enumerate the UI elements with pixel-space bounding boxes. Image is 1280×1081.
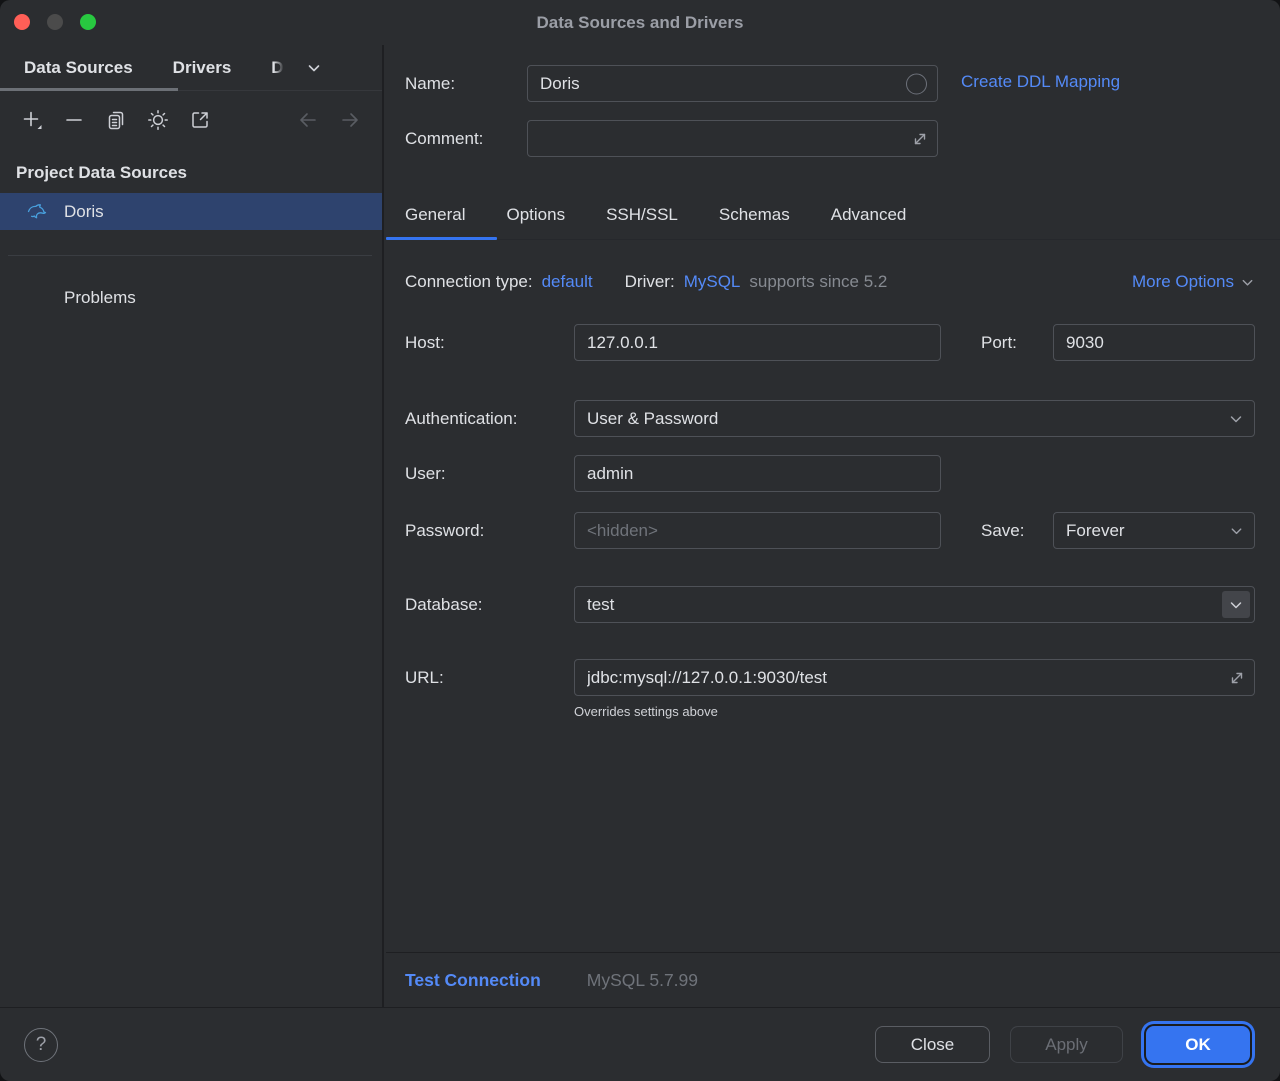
- help-icon[interactable]: ?: [24, 1028, 58, 1062]
- settings-tab-bar: General Options SSH/SSL Schemas Advanced: [386, 190, 1280, 240]
- sidebar-toolbar: [0, 91, 382, 149]
- spinner-circle-icon: [906, 73, 927, 94]
- chevron-down-icon: [1228, 411, 1244, 427]
- database-combobox[interactable]: test: [574, 586, 1255, 623]
- sidebar-tab-bar: Data Sources Drivers D: [0, 45, 382, 91]
- tab-advanced[interactable]: Advanced: [831, 205, 907, 225]
- history-nav: [296, 91, 362, 149]
- tab-truncated[interactable]: D: [271, 58, 283, 78]
- url-field-wrap: [574, 659, 1255, 696]
- comment-label: Comment:: [405, 120, 483, 157]
- connection-type-value-link[interactable]: default: [542, 272, 593, 292]
- host-label: Host:: [405, 324, 445, 361]
- mysql-dolphin-icon: [26, 202, 50, 222]
- sidebar-divider: [8, 255, 372, 256]
- host-input[interactable]: [574, 324, 941, 361]
- apply-button[interactable]: Apply: [1010, 1026, 1123, 1063]
- password-label: Password:: [405, 512, 484, 549]
- duplicate-icon[interactable]: [104, 108, 128, 132]
- password-input[interactable]: [574, 512, 941, 549]
- user-label: User:: [405, 455, 446, 492]
- forward-arrow-icon[interactable]: [338, 108, 362, 132]
- driver-label: Driver:: [625, 272, 675, 292]
- port-input[interactable]: [1053, 324, 1255, 361]
- chevron-down-icon: [1240, 275, 1255, 290]
- database-dropdown-button[interactable]: [1222, 591, 1250, 618]
- name-field-wrap: [527, 65, 938, 102]
- database-label: Database:: [405, 586, 483, 623]
- title-bar: Data Sources and Drivers: [0, 0, 1280, 45]
- name-input[interactable]: [527, 65, 938, 102]
- more-options-link[interactable]: More Options: [1132, 272, 1255, 292]
- test-connection-row: Test Connection MySQL 5.7.99: [386, 953, 1280, 1007]
- test-connection-link[interactable]: Test Connection: [405, 970, 541, 991]
- dialog-button-bar: ? Close Apply OK: [0, 1007, 1280, 1081]
- main-panel: Name: Create DDL Mapping Comment: Genera…: [386, 45, 1280, 1007]
- tab-drivers[interactable]: Drivers: [173, 58, 232, 78]
- create-ddl-mapping-link[interactable]: Create DDL Mapping: [961, 72, 1120, 92]
- dialog-buttons: Close Apply OK: [875, 1026, 1280, 1063]
- driver-version-text: MySQL 5.7.99: [587, 970, 698, 991]
- connection-type-row: Connection type: default Driver: MySQL s…: [405, 269, 1255, 295]
- expand-icon[interactable]: [1229, 670, 1245, 686]
- url-input[interactable]: [574, 659, 1255, 696]
- comment-field-wrap: [527, 120, 938, 157]
- chevron-down-icon: [1229, 523, 1244, 538]
- url-note: Overrides settings above: [574, 704, 718, 719]
- data-source-label: Doris: [64, 202, 104, 222]
- close-button[interactable]: Close: [875, 1026, 990, 1063]
- user-input[interactable]: [574, 455, 941, 492]
- tab-schemas[interactable]: Schemas: [719, 205, 790, 225]
- save-select[interactable]: Forever: [1053, 512, 1255, 549]
- chevron-down-icon[interactable]: [306, 60, 322, 76]
- window-title: Data Sources and Drivers: [0, 0, 1280, 45]
- port-label: Port:: [981, 324, 1017, 361]
- comment-input[interactable]: [527, 120, 938, 157]
- settings-gear-icon[interactable]: [146, 108, 170, 132]
- ok-button[interactable]: OK: [1146, 1026, 1250, 1063]
- remove-icon[interactable]: [62, 108, 86, 132]
- open-in-new-icon[interactable]: [188, 108, 212, 132]
- expand-icon[interactable]: [912, 131, 928, 147]
- data-sources-dialog: Data Sources and Drivers Data Sources Dr…: [0, 0, 1280, 1081]
- name-label: Name:: [405, 65, 455, 102]
- connection-type-label: Connection type:: [405, 272, 533, 292]
- data-source-item-doris[interactable]: Doris: [0, 193, 382, 230]
- authentication-label: Authentication:: [405, 400, 517, 437]
- authentication-select[interactable]: User & Password: [574, 400, 1255, 437]
- add-icon[interactable]: [20, 108, 44, 132]
- url-label: URL:: [405, 659, 444, 696]
- driver-value-link[interactable]: MySQL: [684, 272, 741, 292]
- save-label: Save:: [981, 512, 1024, 549]
- back-arrow-icon[interactable]: [296, 108, 320, 132]
- sidebar: Data Sources Drivers D: [0, 45, 384, 1007]
- tab-ssh-ssl[interactable]: SSH/SSL: [606, 205, 678, 225]
- sidebar-item-problems[interactable]: Problems: [0, 279, 382, 316]
- tab-data-sources[interactable]: Data Sources: [24, 58, 133, 78]
- active-tab-underline: [386, 237, 497, 240]
- driver-note: supports since 5.2: [749, 272, 887, 292]
- project-data-sources-header: Project Data Sources: [0, 149, 382, 193]
- tab-general[interactable]: General: [405, 205, 465, 225]
- tab-options[interactable]: Options: [506, 205, 565, 225]
